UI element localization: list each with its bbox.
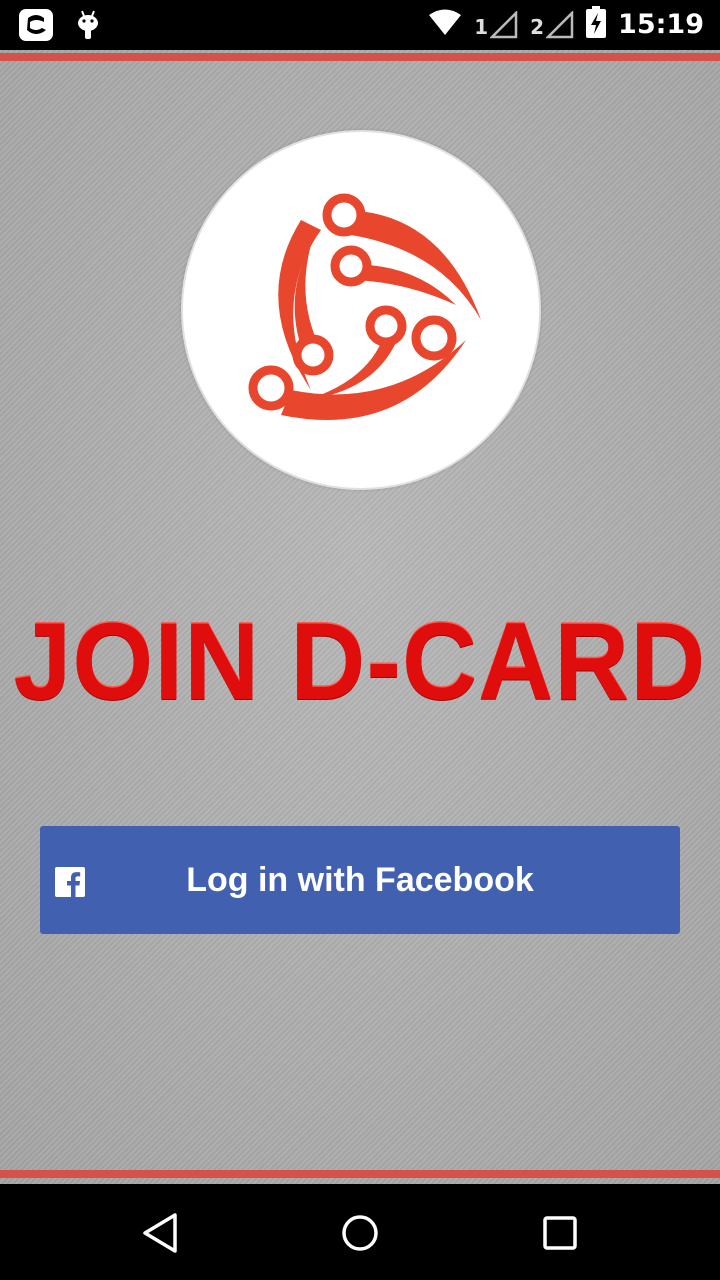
d-card-logo-icon — [248, 193, 481, 420]
status-bar-system: 1 2 15:19 — [428, 6, 704, 43]
logo-badge — [181, 130, 541, 490]
status-bar-notifications — [18, 8, 100, 47]
home-icon[interactable] — [337, 1210, 383, 1256]
signal-icon — [546, 10, 574, 38]
android-debug-icon — [76, 9, 100, 46]
back-icon[interactable] — [137, 1210, 183, 1256]
wifi-icon — [428, 8, 462, 41]
sim1-signal: 1 — [474, 10, 518, 39]
status-bar: 1 2 15:19 — [0, 0, 720, 50]
bottom-accent-line — [0, 1170, 720, 1178]
facebook-login-button[interactable]: Log in with Facebook — [40, 826, 680, 934]
sim2-label: 2 — [530, 14, 545, 39]
facebook-login-label: Log in with Facebook — [186, 861, 534, 899]
navigation-bar — [0, 1184, 720, 1280]
recents-icon[interactable] — [537, 1210, 583, 1256]
app-screen: JOIN D-CARD Log in with Facebook — [0, 50, 720, 1184]
sim1-label: 1 — [474, 14, 489, 39]
top-accent-line — [0, 53, 720, 61]
signal-icon — [490, 10, 518, 38]
clock: 15:19 — [618, 9, 704, 40]
sim2-signal: 2 — [530, 10, 574, 39]
page-title: JOIN D-CARD — [13, 601, 707, 723]
app-notification-icon — [18, 8, 54, 47]
battery-charging-icon — [586, 6, 607, 43]
